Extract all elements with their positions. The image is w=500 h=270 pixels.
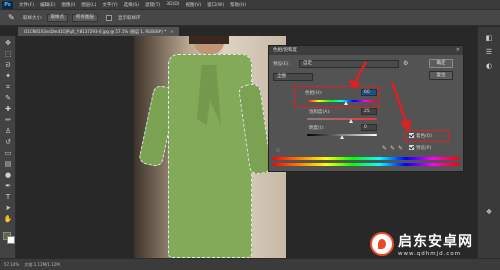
menu-layer[interactable]: 图层(L) (81, 2, 96, 8)
preview-checkbox[interactable]: 预览(P) (409, 145, 431, 151)
show-ring-label: 显示取样环 (118, 15, 141, 21)
preview-label: 预览(P) (416, 146, 432, 151)
pen-tool-icon[interactable]: ✒ (3, 181, 13, 191)
watermark-title: 启东安卓网 (398, 234, 473, 250)
dress-bow (197, 65, 221, 125)
color-spectrum-bar-top (273, 157, 459, 160)
menu-file[interactable]: 文件(F) (19, 2, 34, 8)
hand-tool-icon[interactable]: ✋ (3, 214, 13, 224)
eyedropper-minus-icon[interactable]: ✎ (398, 145, 403, 152)
marquee-tool-icon[interactable]: ⬚ (3, 49, 13, 59)
dialog-title: 色相/饱和度 (273, 48, 298, 53)
eraser-tool-icon[interactable]: ▭ (3, 148, 13, 158)
crop-tool-icon[interactable]: ⌗ (3, 82, 13, 92)
watermark-url: www.qdhmjd.com (398, 251, 462, 257)
arrow-to-preset-annotation (348, 61, 368, 90)
lightness-label: 明度(I): (309, 126, 325, 131)
saturation-slider-thumb[interactable] (349, 119, 353, 123)
healing-brush-tool-icon[interactable]: ✚ (3, 104, 13, 114)
saturation-slider-track[interactable] (307, 118, 377, 120)
preset-options-gear-icon[interactable]: ⚙ (403, 60, 408, 67)
brush-tool-icon[interactable]: ✏ (3, 115, 13, 125)
green-dress-selection (168, 54, 252, 258)
close-icon[interactable]: × (170, 29, 173, 34)
zoom-level[interactable]: 57.14% (4, 262, 19, 267)
reset-button[interactable]: 复位 (429, 71, 453, 80)
document-image (134, 36, 286, 258)
watermark-logo-icon (370, 232, 394, 256)
close-icon[interactable]: ✕ (456, 46, 460, 55)
history-panel-icon[interactable]: ◧ (484, 33, 494, 43)
document-tab[interactable]: O1CN01X3nsDmd1OjPqX_!!8137293-0.jpg @ 57… (18, 27, 180, 36)
preset-label: 预设(E): (273, 62, 290, 67)
saturation-input[interactable]: 25 (361, 108, 377, 115)
menu-window[interactable]: 窗口(W) (207, 2, 224, 8)
color-spectrum-bar-bottom[interactable] (273, 163, 459, 166)
menu-edit[interactable]: 编辑(E) (40, 2, 55, 8)
layers-panel-icon[interactable]: ❖ (484, 207, 494, 217)
move-tool-icon[interactable]: ✥ (3, 38, 13, 48)
lightness-input[interactable]: 0 (361, 124, 377, 131)
path-select-tool-icon[interactable]: ➤ (3, 203, 13, 213)
menu-image[interactable]: 图像(I) (61, 2, 75, 8)
menu-view[interactable]: 视图(V) (186, 2, 202, 8)
ok-button[interactable]: 确定 (429, 59, 453, 68)
photoshop-logo: Ps (2, 0, 13, 9)
site-watermark: 启东安卓网 www.qdhmjd.com (370, 224, 498, 264)
arrow-to-colorize-annotation (390, 81, 412, 132)
gradient-tool-icon[interactable]: ▤ (3, 159, 13, 169)
saturation-label: 饱和度(A): (309, 110, 331, 115)
history-brush-tool-icon[interactable]: ↺ (3, 137, 13, 147)
channel-select[interactable]: 全图 (273, 73, 313, 81)
background-color-swatch[interactable] (7, 236, 15, 244)
sample-size-label: 取样大小: (23, 15, 43, 21)
blur-tool-icon[interactable]: ● (3, 170, 13, 180)
document-tab-title: O1CN01X3nsDmd1OjPqX_!!8137293-0.jpg @ 57… (24, 29, 167, 34)
eyedropper-plus-icon[interactable]: ✎ (390, 145, 395, 152)
clone-stamp-tool-icon[interactable]: ♙ (3, 126, 13, 136)
tools-panel: ✥ ⬚ ᘐ ✦ ⌗ ✎ ✚ ✏ ♙ ↺ ▭ ▤ ● ✒ T ➤ ✋ (0, 36, 16, 258)
menu-bar: Ps 文件(F) 编辑(E) 图像(I) 图层(L) 文字(Y) 选择(S) 滤… (0, 0, 500, 9)
adjustments-panel-icon[interactable]: ◐ (484, 61, 494, 71)
dialog-titlebar[interactable]: 色相/饱和度 ✕ (269, 46, 463, 55)
preview-check-icon (409, 145, 414, 150)
model-hair (189, 36, 229, 44)
menu-type[interactable]: 文字(Y) (102, 2, 117, 8)
eyedropper-icon[interactable]: ✎ (8, 13, 17, 22)
menu-select[interactable]: 选择(S) (124, 2, 139, 8)
menu-filter[interactable]: 滤镜(T) (145, 2, 160, 8)
menu-help[interactable]: 帮助(H) (230, 2, 246, 8)
menu-3d[interactable]: 3D(D) (166, 2, 179, 7)
eyedropper-tool-icon[interactable]: ✎ (3, 93, 13, 103)
document-info: 文档:1.12M/1.12M (24, 262, 60, 267)
eyedropper-icon[interactable]: ✎ (382, 145, 387, 152)
properties-panel-icon[interactable]: ☰ (484, 47, 494, 57)
lightness-slider-thumb[interactable] (340, 135, 344, 139)
options-bar: ✎ 取样大小: 取样点 所有图层 显示取样环 (0, 9, 500, 26)
sample-size-select[interactable]: 取样点 (46, 13, 69, 22)
type-tool-icon[interactable]: T (3, 192, 13, 202)
hand-adjust-icon[interactable]: ☜ (275, 147, 280, 154)
sample-all-layers-select[interactable]: 所有图层 (72, 13, 99, 22)
show-ring-checkbox[interactable] (106, 14, 113, 21)
lasso-tool-icon[interactable]: ᘐ (3, 60, 13, 70)
quick-select-tool-icon[interactable]: ✦ (3, 71, 13, 81)
colorize-label: 着色(O) (416, 134, 433, 139)
